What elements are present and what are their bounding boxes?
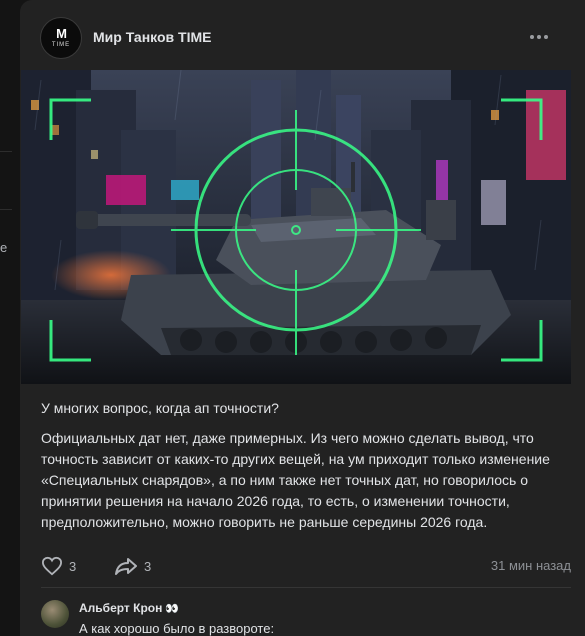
- community-avatar[interactable]: M TIME: [40, 17, 82, 59]
- tank-crosshair-illustration: [21, 70, 571, 384]
- community-name[interactable]: Мир Танков TIME: [93, 29, 211, 45]
- avatar-subtext: TIME: [51, 42, 71, 48]
- more-options-icon[interactable]: [530, 28, 550, 44]
- like-button[interactable]: 3: [41, 555, 76, 577]
- post-paragraph: Официальных дат нет, даже примерных. Из …: [41, 430, 550, 530]
- comments-divider: [41, 587, 571, 588]
- commenter-name-text: Альберт Крон: [79, 601, 163, 615]
- left-panel-fragment: e: [0, 240, 8, 255]
- share-button[interactable]: 3: [114, 555, 151, 577]
- post-text: У многих вопрос, когда ап точности? Офиц…: [41, 398, 561, 542]
- post-timestamp[interactable]: 31 мин назад: [491, 558, 571, 573]
- post-actions: 3 3 31 мин назад: [41, 555, 571, 577]
- post-image[interactable]: [21, 70, 571, 384]
- divider: [0, 209, 12, 210]
- heart-icon: [41, 556, 63, 576]
- post-header: M TIME Мир Танков TIME: [20, 0, 585, 70]
- post-paragraph: У многих вопрос, когда ап точности?: [41, 400, 279, 416]
- commenter-name[interactable]: Альберт Крон 👀: [79, 601, 179, 615]
- left-panel-edge: e: [0, 0, 12, 636]
- like-count: 3: [69, 558, 77, 574]
- divider: [0, 151, 12, 152]
- post-card: M TIME Мир Танков TIME У многих вопрос, …: [20, 0, 585, 636]
- share-arrow-icon: [115, 558, 137, 575]
- comment-text: А как хорошо было в развороте:: [79, 621, 275, 636]
- commenter-avatar[interactable]: [41, 600, 69, 628]
- share-count: 3: [144, 558, 152, 574]
- avatar-monogram: M: [56, 26, 67, 41]
- eyes-emoji-icon: 👀: [165, 603, 180, 615]
